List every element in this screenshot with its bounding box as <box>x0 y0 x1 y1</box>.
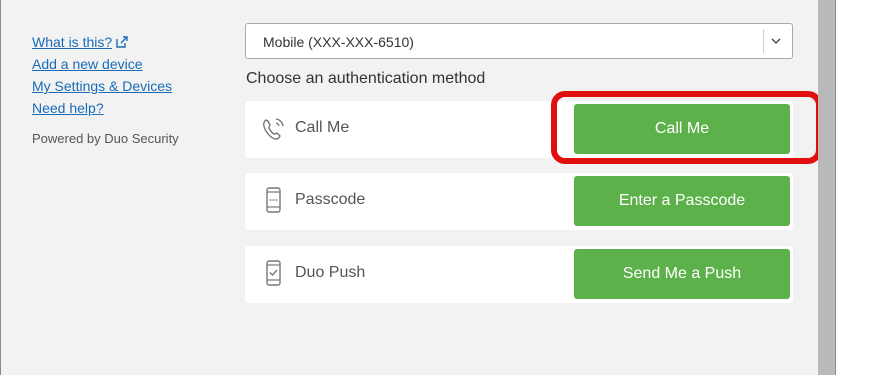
powered-by-text: Powered by Duo Security <box>32 131 179 146</box>
auth-row-passcode: Passcode Enter a Passcode <box>245 173 793 230</box>
window-edge <box>835 0 836 375</box>
auth-row-push: Duo Push Send Me a Push <box>245 246 793 303</box>
push-phone-icon <box>260 259 288 289</box>
duo-push-label: Duo Push <box>295 264 366 281</box>
chevron-down-icon[interactable] <box>763 29 788 53</box>
passcode-label: Passcode <box>295 191 366 208</box>
auth-method-heading: Choose an authentication method <box>246 70 486 87</box>
duo-prompt-frame: What is this? Add a new device My Settin… <box>0 0 819 375</box>
settings-devices-link[interactable]: My Settings & Devices <box>32 75 232 97</box>
what-is-this-link[interactable]: What is this? <box>32 31 232 53</box>
call-me-label: Call Me <box>295 119 350 136</box>
send-push-button[interactable]: Send Me a Push <box>574 249 790 299</box>
auth-row-call: Call Me Call Me <box>245 101 793 158</box>
enter-passcode-button[interactable]: Enter a Passcode <box>574 176 790 226</box>
sidebar: What is this? Add a new device My Settin… <box>32 31 232 146</box>
passcode-phone-icon <box>260 186 288 216</box>
add-device-link[interactable]: Add a new device <box>32 53 232 75</box>
scrollbar-track[interactable] <box>818 0 835 375</box>
call-me-button[interactable]: Call Me <box>574 104 790 154</box>
need-help-link[interactable]: Need help? <box>32 97 232 119</box>
external-link-icon <box>116 36 128 48</box>
phone-call-icon <box>260 114 288 144</box>
device-select[interactable]: Mobile (XXX-XXX-6510) <box>245 23 793 59</box>
device-select-value: Mobile (XXX-XXX-6510) <box>263 34 414 50</box>
what-is-this-label: What is this? <box>32 34 113 50</box>
